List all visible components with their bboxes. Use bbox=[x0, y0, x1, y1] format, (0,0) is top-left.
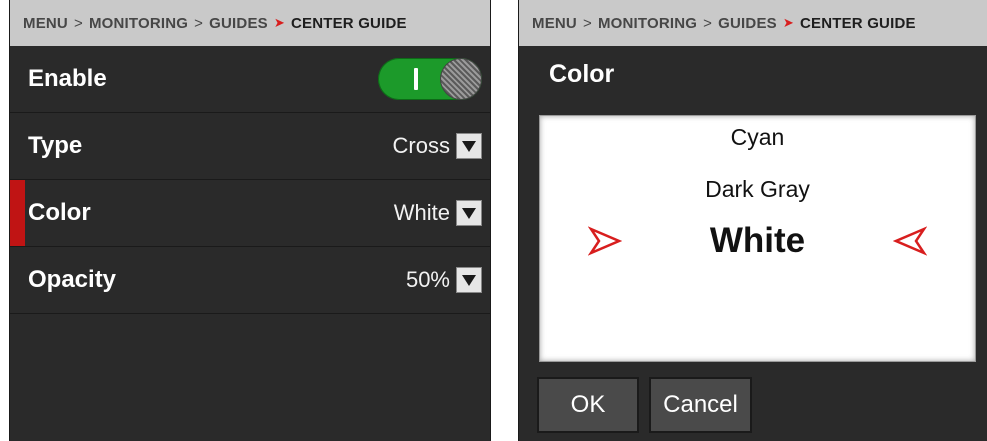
breadcrumb-separator-icon: > bbox=[703, 14, 713, 32]
picker-arrow-right-icon bbox=[588, 226, 622, 256]
color-label: Color bbox=[28, 199, 91, 226]
breadcrumb-item-guides[interactable]: GUIDES bbox=[718, 15, 777, 32]
breadcrumb-separator-icon: > bbox=[73, 14, 83, 32]
breadcrumb-item-menu[interactable]: MENU bbox=[23, 15, 68, 32]
chevron-down-icon bbox=[462, 275, 476, 286]
chevron-down-icon bbox=[462, 141, 476, 152]
breadcrumb-current-arrow-icon: ➤ bbox=[273, 15, 285, 30]
breadcrumb-item-guides[interactable]: GUIDES bbox=[209, 15, 268, 32]
breadcrumb-item-center-guide: CENTER GUIDE bbox=[799, 14, 916, 32]
picker-arrow-left-icon bbox=[893, 226, 927, 256]
chevron-down-icon bbox=[462, 208, 476, 219]
toggle-on-indicator-icon bbox=[414, 68, 418, 90]
toggle-knob-icon[interactable] bbox=[441, 59, 481, 99]
type-row[interactable]: Type Cross bbox=[10, 113, 490, 180]
color-picker-screen: MENU > MONITORING > GUIDES ➤ CENTER GUID… bbox=[518, 0, 987, 441]
breadcrumb-item-center-guide: CENTER GUIDE bbox=[290, 14, 407, 32]
breadcrumb-separator-icon: > bbox=[194, 14, 204, 32]
breadcrumb-item-monitoring[interactable]: MONITORING bbox=[598, 15, 697, 32]
opacity-dropdown-button[interactable] bbox=[456, 267, 482, 293]
color-row[interactable]: Color White bbox=[10, 180, 490, 247]
selection-marker bbox=[10, 180, 25, 246]
option-cyan[interactable]: Cyan bbox=[540, 124, 975, 151]
opacity-row[interactable]: Opacity 50% bbox=[10, 247, 490, 314]
color-picker-list[interactable]: Cyan Dark Gray White bbox=[539, 115, 976, 362]
opacity-label: Opacity bbox=[28, 266, 117, 293]
type-value: Cross bbox=[392, 133, 450, 158]
enable-row[interactable]: Enable bbox=[10, 46, 490, 113]
type-dropdown-button[interactable] bbox=[456, 133, 482, 159]
type-label: Type bbox=[28, 132, 83, 159]
ok-button[interactable]: OK bbox=[537, 377, 639, 433]
guides-menu-screen: MENU > MONITORING > GUIDES ➤ CENTER GUID… bbox=[9, 0, 491, 441]
color-dropdown-button[interactable] bbox=[456, 200, 482, 226]
picker-title: Color bbox=[549, 60, 615, 88]
option-dark-gray[interactable]: Dark Gray bbox=[540, 176, 975, 203]
breadcrumb-separator-icon: > bbox=[582, 14, 592, 32]
cancel-button[interactable]: Cancel bbox=[649, 377, 752, 433]
opacity-value: 50% bbox=[405, 267, 450, 292]
breadcrumb: MENU > MONITORING > GUIDES ➤ CENTER GUID… bbox=[10, 0, 490, 46]
enable-label: Enable bbox=[28, 65, 107, 92]
enable-toggle[interactable] bbox=[378, 58, 482, 100]
breadcrumb: MENU > MONITORING > GUIDES ➤ CENTER GUID… bbox=[519, 0, 987, 46]
breadcrumb-item-menu[interactable]: MENU bbox=[532, 15, 577, 32]
breadcrumb-item-monitoring[interactable]: MONITORING bbox=[89, 15, 188, 32]
breadcrumb-current-arrow-icon: ➤ bbox=[782, 15, 794, 30]
color-value: White bbox=[393, 200, 450, 225]
